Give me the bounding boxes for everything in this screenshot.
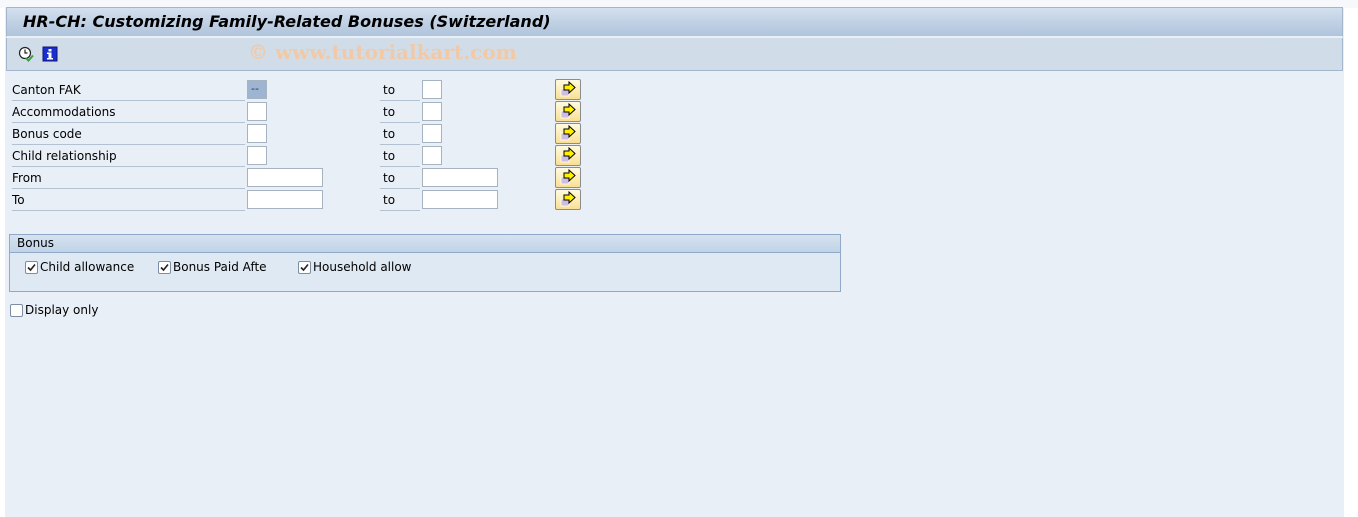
household-allowance-checkbox[interactable] [298,261,311,274]
field-label: From [12,168,245,189]
from-date-to-input[interactable] [422,168,498,187]
canton-fak-from-input[interactable]: -- [247,80,267,99]
group-header: Bonus [10,235,840,253]
to-date-to-input[interactable] [422,190,498,209]
to-label: to [380,190,420,211]
child-relationship-from-input[interactable] [247,146,267,165]
watermark: © www.tutorialkart.com [248,40,517,64]
arrow-right-icon [560,80,576,97]
field-label: Bonus code [12,124,245,145]
arrow-right-icon [560,102,576,119]
page-title: HR-CH: Customizing Family-Related Bonuse… [23,12,551,31]
to-label: to [380,168,420,189]
field-label: Accommodations [12,102,245,123]
multiple-selection-button[interactable] [555,145,581,166]
field-label: Child relationship [12,146,245,167]
child-relationship-to-input[interactable] [422,146,442,165]
child-allowance-checkbox[interactable] [25,261,38,274]
accommodations-from-input[interactable] [247,102,267,121]
arrow-right-icon [560,190,576,207]
to-date-from-input[interactable] [247,190,323,209]
multiple-selection-button[interactable] [555,167,581,188]
canton-fak-to-input[interactable] [422,80,442,99]
arrow-right-icon [560,124,576,141]
arrow-right-icon [560,146,576,163]
checkmark-icon [300,263,309,272]
title-bar: HR-CH: Customizing Family-Related Bonuse… [6,7,1343,37]
multiple-selection-button[interactable] [555,123,581,144]
field-label: To [12,190,245,211]
to-label: to [380,80,420,101]
display-only-checkbox[interactable] [10,304,23,317]
checkbox-label: Child allowance [40,260,135,274]
multiple-selection-button[interactable] [555,189,581,210]
bonus-paid-after-checkbox[interactable] [158,261,171,274]
from-date-from-input[interactable] [247,168,323,187]
to-label: to [380,124,420,145]
arrow-right-icon [560,168,576,185]
execute-icon[interactable] [18,46,34,62]
info-icon[interactable] [42,46,58,62]
field-label: Canton FAK [12,80,245,101]
to-label: to [380,102,420,123]
accommodations-to-input[interactable] [422,102,442,121]
multiple-selection-button[interactable] [555,79,581,100]
application-toolbar [6,38,1343,71]
bonus-code-from-input[interactable] [247,124,267,143]
bonus-code-to-input[interactable] [422,124,442,143]
checkmark-icon [160,263,169,272]
checkbox-label: Display only [25,303,99,317]
to-label: to [380,146,420,167]
checkbox-label: Bonus Paid Afte [173,260,267,274]
multiple-selection-button[interactable] [555,101,581,122]
checkmark-icon [27,263,36,272]
checkbox-label: Household allow [313,260,412,274]
group-title: Bonus [17,236,55,250]
bonus-group-box: Bonus Child allowance Bonus Paid Afte Ho… [9,234,841,292]
